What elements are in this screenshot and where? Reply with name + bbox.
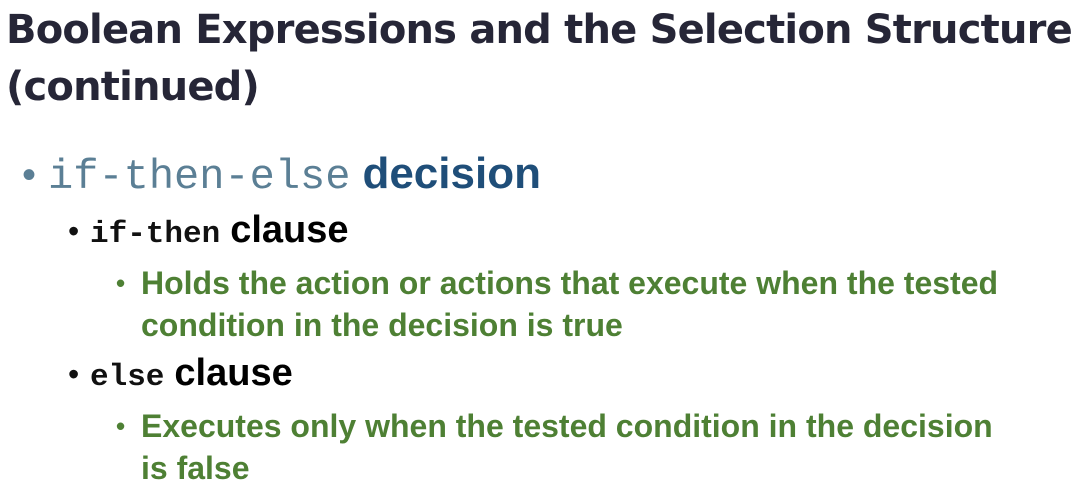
bullet-else-clause: • else clause (68, 351, 293, 400)
code-else: else (90, 360, 165, 395)
bullet-dot-icon: • (116, 411, 126, 441)
bullet-dot-icon: • (22, 153, 37, 197)
label-decision: decision (362, 149, 541, 198)
bullet-else-detail: • Executes only when the tested conditio… (116, 405, 1016, 489)
slide-title: Boolean Expressions and the Selection St… (6, 2, 1073, 116)
label-clause: clause (230, 209, 349, 251)
code-if-then-else: if-then-else (48, 153, 351, 201)
bullet-if-then-detail: • Holds the action or actions that execu… (116, 262, 1016, 346)
bullet-dot-icon: • (68, 356, 80, 392)
bullet-if-then-else-decision: • if-then-else decision (22, 148, 541, 203)
bullet-dot-icon: • (68, 213, 80, 249)
label-clause: clause (174, 352, 293, 394)
code-if-then: if-then (90, 217, 221, 252)
else-detail-text: Executes only when the tested condition … (141, 408, 993, 486)
slide-title-line-1: Boolean Expressions and the Selection St… (6, 7, 1073, 53)
bullet-if-then-clause: • if-then clause (68, 208, 349, 257)
slide-title-line-2: (continued) (6, 64, 260, 110)
bullet-dot-icon: • (116, 268, 126, 298)
if-then-detail-text: Holds the action or actions that execute… (141, 265, 999, 343)
